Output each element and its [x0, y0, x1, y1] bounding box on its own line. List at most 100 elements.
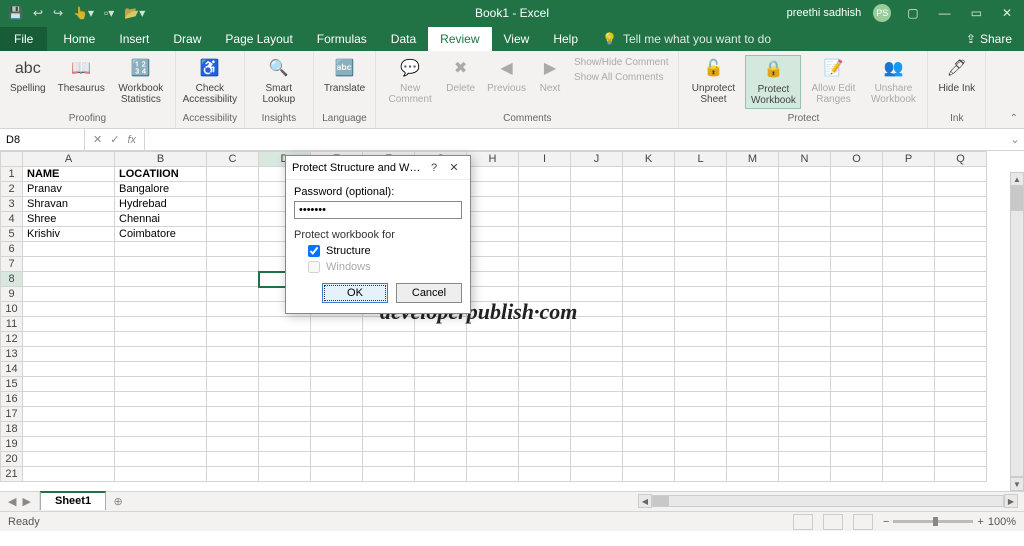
cell-A11[interactable]: [23, 317, 115, 332]
cell-Q1[interactable]: [935, 167, 987, 182]
cell-C18[interactable]: [207, 422, 259, 437]
cell-Q14[interactable]: [935, 362, 987, 377]
cell-L8[interactable]: [675, 272, 727, 287]
fx-icon[interactable]: fx: [127, 134, 136, 146]
cell-I3[interactable]: [519, 197, 571, 212]
cell-J17[interactable]: [571, 407, 623, 422]
cell-L1[interactable]: [675, 167, 727, 182]
user-name[interactable]: preethi sadhish: [787, 7, 862, 19]
cell-I5[interactable]: [519, 227, 571, 242]
cell-L19[interactable]: [675, 437, 727, 452]
cell-I20[interactable]: [519, 452, 571, 467]
col-header-O[interactable]: O: [831, 152, 883, 167]
cell-N19[interactable]: [779, 437, 831, 452]
cell-J3[interactable]: [571, 197, 623, 212]
cell-I12[interactable]: [519, 332, 571, 347]
ribbon-options-icon[interactable]: ▢: [903, 6, 922, 20]
password-input[interactable]: [294, 201, 462, 219]
cell-N3[interactable]: [779, 197, 831, 212]
cell-D19[interactable]: [259, 437, 311, 452]
cell-F15[interactable]: [363, 377, 415, 392]
cell-M12[interactable]: [727, 332, 779, 347]
cell-M1[interactable]: [727, 167, 779, 182]
cell-B21[interactable]: [115, 467, 207, 482]
cell-H5[interactable]: [467, 227, 519, 242]
cell-N15[interactable]: [779, 377, 831, 392]
cell-A18[interactable]: [23, 422, 115, 437]
cell-A16[interactable]: [23, 392, 115, 407]
cell-L14[interactable]: [675, 362, 727, 377]
cell-N4[interactable]: [779, 212, 831, 227]
cell-H18[interactable]: [467, 422, 519, 437]
cell-K14[interactable]: [623, 362, 675, 377]
zoom-slider[interactable]: [893, 520, 973, 523]
cell-I1[interactable]: [519, 167, 571, 182]
formula-input[interactable]: [145, 129, 1006, 150]
tab-insert[interactable]: Insert: [107, 27, 161, 51]
cell-C4[interactable]: [207, 212, 259, 227]
cell-C15[interactable]: [207, 377, 259, 392]
col-header-N[interactable]: N: [779, 152, 831, 167]
redo-icon[interactable]: ↪: [53, 6, 63, 20]
cell-A2[interactable]: Pranav: [23, 182, 115, 197]
cell-P15[interactable]: [883, 377, 935, 392]
cell-M8[interactable]: [727, 272, 779, 287]
cell-A5[interactable]: Krishiv: [23, 227, 115, 242]
cell-O8[interactable]: [831, 272, 883, 287]
cell-O2[interactable]: [831, 182, 883, 197]
thesaurus-button[interactable]: 📖Thesaurus: [54, 55, 109, 96]
cell-A19[interactable]: [23, 437, 115, 452]
tell-me[interactable]: 💡 Tell me what you want to do: [590, 27, 783, 51]
cell-A8[interactable]: [23, 272, 115, 287]
cell-O10[interactable]: [831, 302, 883, 317]
cell-A10[interactable]: [23, 302, 115, 317]
col-header-B[interactable]: B: [115, 152, 207, 167]
tab-data[interactable]: Data: [379, 27, 428, 51]
cell-O16[interactable]: [831, 392, 883, 407]
cell-E21[interactable]: [311, 467, 363, 482]
cell-A21[interactable]: [23, 467, 115, 482]
tab-help[interactable]: Help: [541, 27, 590, 51]
structure-checkbox[interactable]: Structure: [294, 243, 462, 259]
collapse-ribbon-icon[interactable]: ⌃: [1010, 113, 1018, 124]
scroll-left-icon[interactable]: ◀: [638, 494, 652, 508]
cell-P16[interactable]: [883, 392, 935, 407]
cell-H10[interactable]: [467, 302, 519, 317]
cell-O9[interactable]: [831, 287, 883, 302]
cell-B16[interactable]: [115, 392, 207, 407]
cell-H15[interactable]: [467, 377, 519, 392]
cell-P12[interactable]: [883, 332, 935, 347]
open-icon[interactable]: 📂▾: [124, 6, 145, 20]
cell-P10[interactable]: [883, 302, 935, 317]
row-header-18[interactable]: 18: [1, 422, 23, 437]
cell-I8[interactable]: [519, 272, 571, 287]
cell-P11[interactable]: [883, 317, 935, 332]
cell-I13[interactable]: [519, 347, 571, 362]
cell-G12[interactable]: [415, 332, 467, 347]
cell-Q4[interactable]: [935, 212, 987, 227]
worksheet-grid[interactable]: ABCDEFGHIJKLMNOPQ1NAMELOCATIION2PranavBa…: [0, 151, 1024, 491]
cell-H1[interactable]: [467, 167, 519, 182]
row-header-15[interactable]: 15: [1, 377, 23, 392]
cell-J7[interactable]: [571, 257, 623, 272]
cell-K19[interactable]: [623, 437, 675, 452]
cell-K10[interactable]: [623, 302, 675, 317]
cell-B8[interactable]: [115, 272, 207, 287]
cell-K20[interactable]: [623, 452, 675, 467]
cell-C19[interactable]: [207, 437, 259, 452]
add-sheet-button[interactable]: ⊕: [106, 492, 130, 511]
cell-K16[interactable]: [623, 392, 675, 407]
cell-C2[interactable]: [207, 182, 259, 197]
cell-L7[interactable]: [675, 257, 727, 272]
cell-G17[interactable]: [415, 407, 467, 422]
cell-A20[interactable]: [23, 452, 115, 467]
cell-L2[interactable]: [675, 182, 727, 197]
zoom-control[interactable]: − + 100%: [883, 516, 1016, 528]
cell-L11[interactable]: [675, 317, 727, 332]
cell-N11[interactable]: [779, 317, 831, 332]
row-header-20[interactable]: 20: [1, 452, 23, 467]
cell-O5[interactable]: [831, 227, 883, 242]
sheet-tab-sheet1[interactable]: Sheet1: [40, 491, 106, 510]
cell-K1[interactable]: [623, 167, 675, 182]
cell-M3[interactable]: [727, 197, 779, 212]
